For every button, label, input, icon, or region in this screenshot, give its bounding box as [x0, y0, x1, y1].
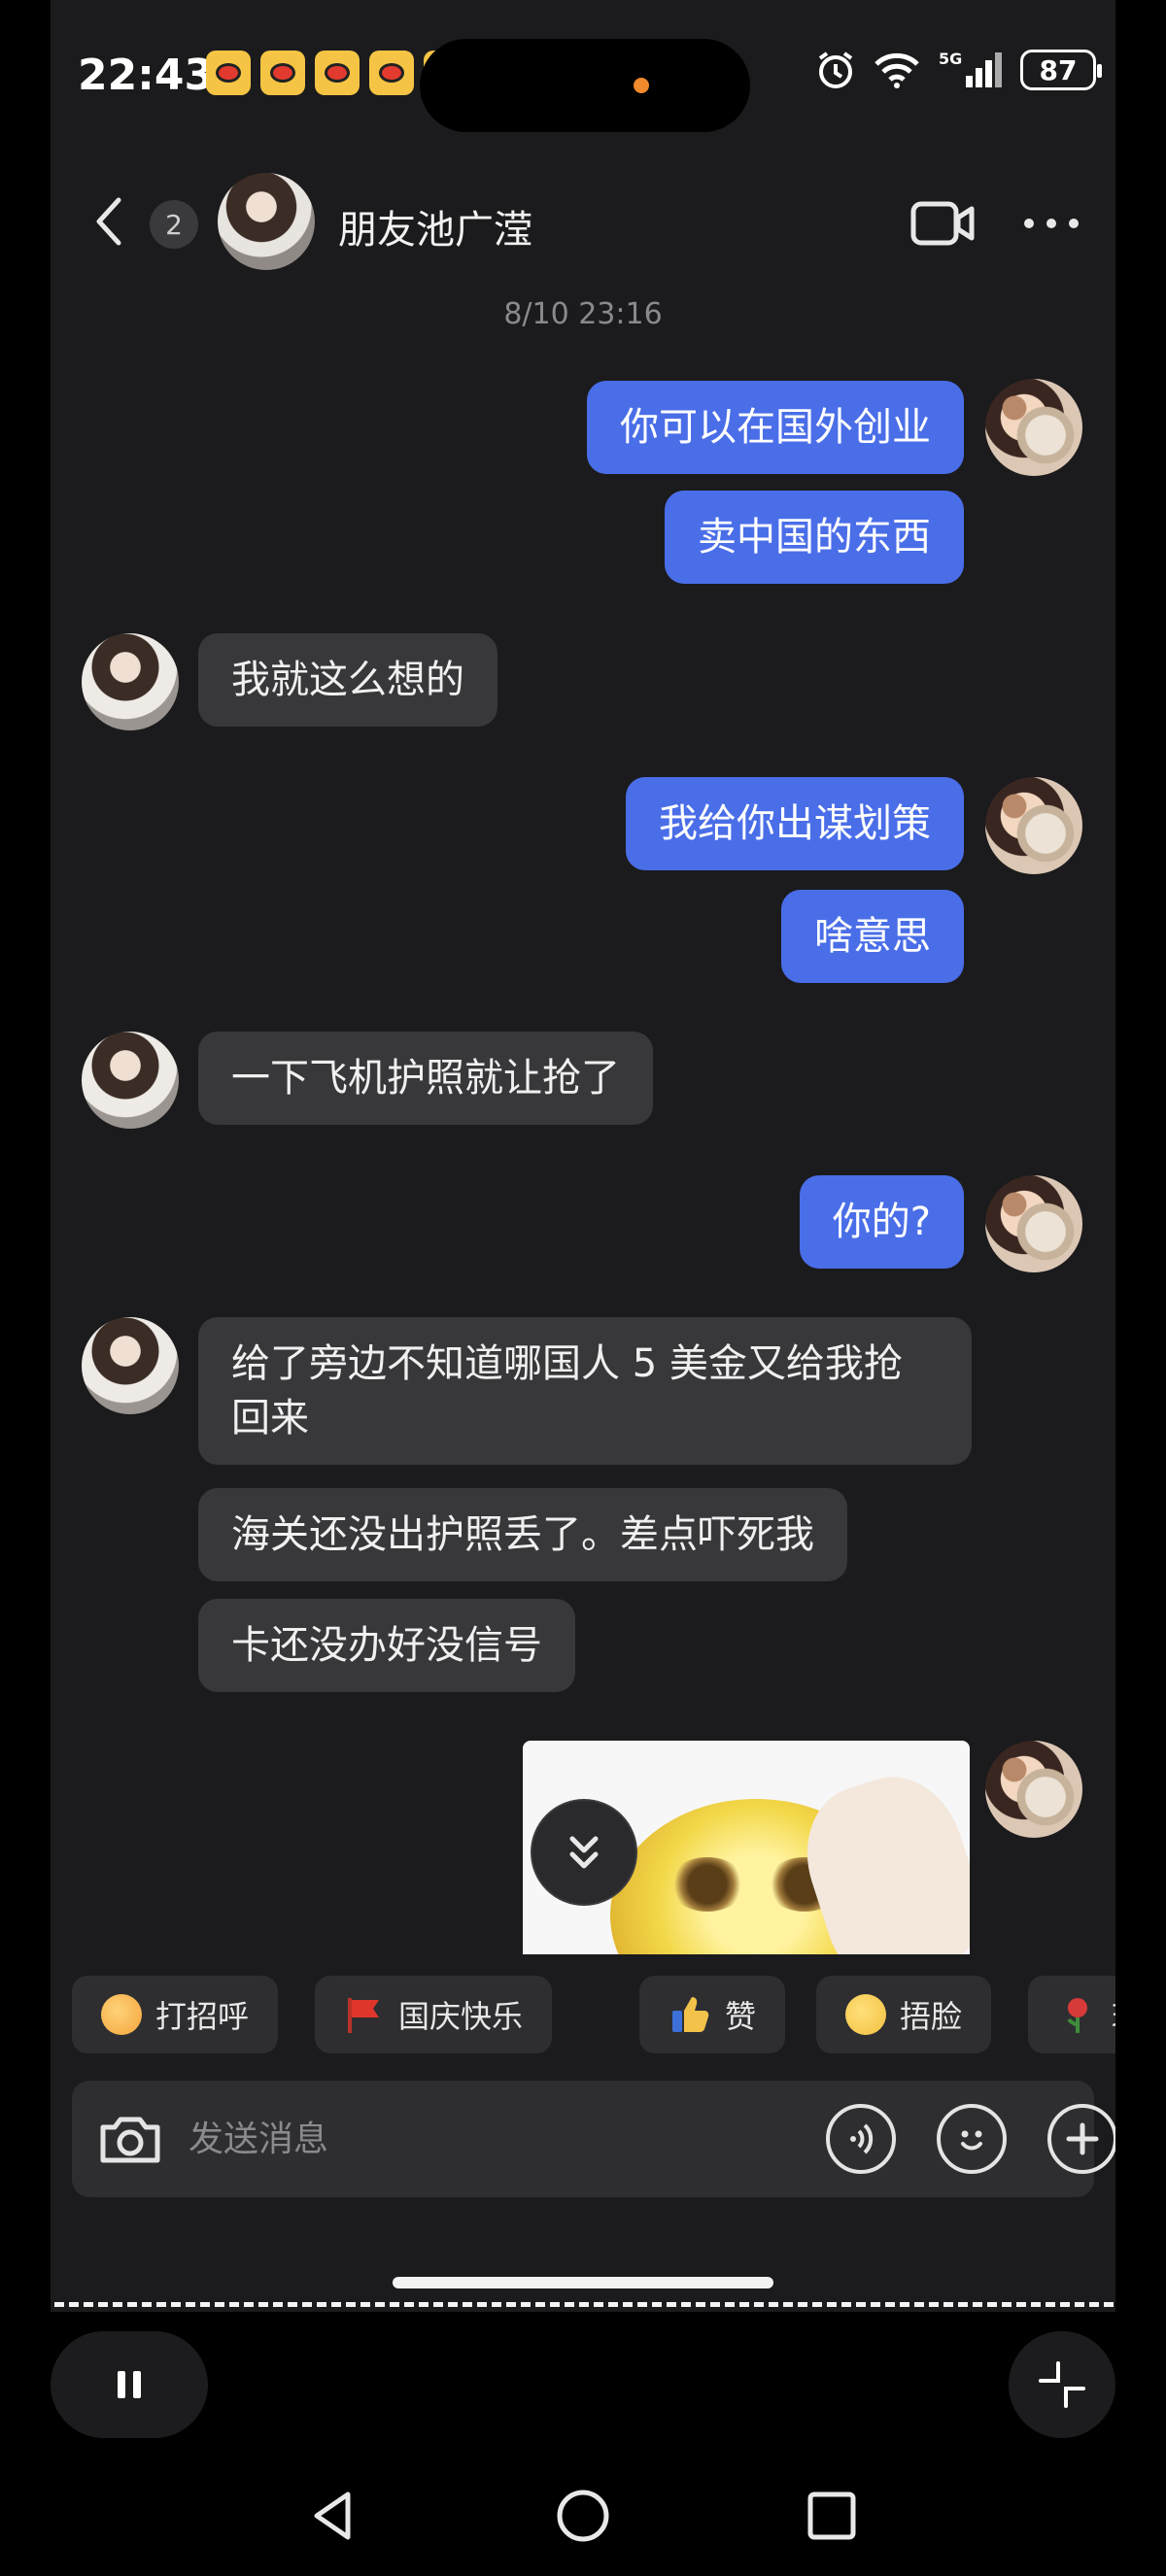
my-avatar[interactable] — [985, 1175, 1082, 1272]
minimize-button[interactable] — [1009, 2331, 1115, 2438]
incoming-message[interactable]: 我就这么想的 — [198, 633, 497, 727]
quick-reply-label: 打招呼 — [155, 1998, 250, 2035]
voice-button[interactable] — [826, 2104, 896, 2174]
red-flag-icon — [348, 1998, 379, 2033]
incoming-message[interactable]: 一下飞机护照就让抢了 — [198, 1032, 653, 1125]
message-thread: 你可以在国外创业 卖中国的东西 我就这么想的 我给你出谋划策 啥意思 一下飞机护… — [51, 0, 1115, 1962]
my-avatar[interactable] — [985, 777, 1082, 874]
smile-emoji-icon — [101, 1994, 142, 2035]
quick-reply-national-day[interactable]: 国庆快乐 — [315, 1976, 553, 2053]
incoming-message[interactable]: 卡还没办好没信号 — [198, 1599, 575, 1692]
outgoing-message[interactable]: 你可以在国外创业 — [587, 381, 964, 474]
incoming-message[interactable]: 给了旁边不知道哪国人 5 美金又给我抢回来 — [198, 1317, 972, 1465]
contact-avatar[interactable] — [82, 633, 179, 730]
emoji-button[interactable] — [937, 2104, 1007, 2174]
pause-recording-button[interactable] — [51, 2331, 208, 2438]
nav-recents-button[interactable] — [793, 2477, 871, 2555]
quick-reply-label: 国庆快乐 — [398, 1998, 524, 2035]
quick-reply-rose[interactable]: 玫瑰 — [1028, 1976, 1115, 2053]
collapse-arrows-icon — [1039, 2361, 1085, 2408]
rose-icon — [1067, 1998, 1087, 2033]
circle-home-icon — [557, 2490, 609, 2542]
facepalm-emoji-icon — [845, 1994, 886, 2035]
outgoing-message[interactable]: 卖中国的东西 — [665, 491, 964, 584]
plus-button[interactable] — [1047, 2104, 1115, 2174]
camera-button[interactable] — [95, 2104, 165, 2174]
quick-reply-greet[interactable]: 打招呼 — [72, 1976, 279, 2053]
screen-recording-frame: 22:43 ··· 5G 87 — [0, 0, 1166, 2576]
quick-reply-facepalm[interactable]: 捂脸 — [816, 1976, 992, 2053]
chat-screen: 22:43 ··· 5G 87 — [51, 0, 1115, 2312]
quick-reply-like[interactable]: 赞 — [639, 1976, 786, 2053]
my-avatar[interactable] — [985, 379, 1082, 476]
message-input-bar — [72, 2081, 1115, 2197]
camera-icon — [100, 2117, 160, 2163]
contact-avatar[interactable] — [82, 1032, 179, 1129]
system-navigation-bar — [0, 2457, 1166, 2576]
my-avatar[interactable] — [985, 1741, 1082, 1838]
quick-reply-label: 赞 — [725, 1998, 757, 2035]
outgoing-message[interactable]: 我给你出谋划策 — [626, 777, 964, 870]
plus-icon — [1066, 2122, 1099, 2155]
incoming-message[interactable]: 海关还没出护照丢了。差点吓死我 — [198, 1488, 847, 1581]
recording-progress-line — [54, 2302, 1114, 2307]
thumbs-up-icon — [672, 1997, 709, 2032]
quick-reply-label: 捂脸 — [900, 1998, 963, 2035]
quick-reply-bar: 打招呼 国庆快乐 赞 捂脸 玫瑰 — [72, 1976, 1115, 2055]
nav-home-button[interactable] — [544, 2477, 622, 2555]
double-chevron-down-icon — [569, 1836, 599, 1869]
quick-reply-label: 玫瑰 — [1112, 1992, 1115, 2037]
outgoing-message[interactable]: 啥意思 — [781, 890, 964, 983]
message-input[interactable] — [189, 2104, 752, 2174]
smiley-icon — [961, 2130, 982, 2151]
nav-back-button[interactable] — [295, 2477, 373, 2555]
contact-avatar[interactable] — [82, 1317, 179, 1414]
square-recents-icon — [807, 2491, 856, 2540]
pause-icon — [118, 2371, 141, 2398]
emoji-eye-graphic — [669, 1857, 746, 1912]
outgoing-message[interactable]: 你的? — [799, 1175, 964, 1269]
home-indicator[interactable] — [393, 2277, 773, 2288]
voice-wave-icon — [850, 2123, 874, 2154]
triangle-back-icon — [314, 2491, 351, 2540]
scroll-to-bottom-button[interactable] — [531, 1799, 637, 1906]
